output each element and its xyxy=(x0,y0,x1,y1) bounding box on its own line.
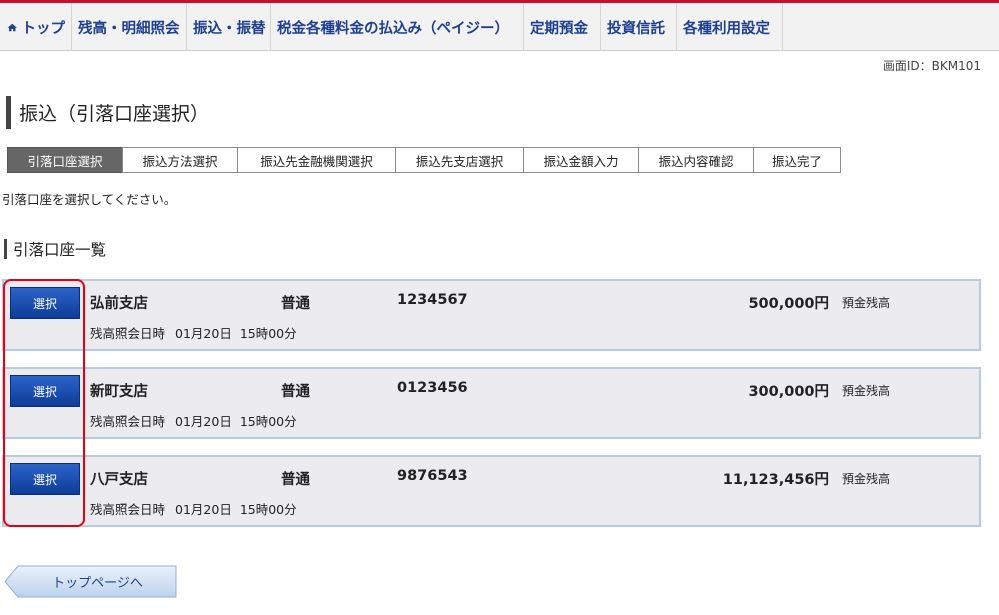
page-title: 振込（引落口座選択） xyxy=(6,96,209,129)
account-row: 選択 八戸支店 普通 9876543 11,123,456円 預金残高 残高照会… xyxy=(2,455,981,527)
top-page-button-label: トップページへ xyxy=(52,576,143,591)
branch-name: 弘前支店 xyxy=(90,296,148,312)
section-title: 引落口座一覧 xyxy=(4,239,106,259)
nav-item-label: 各種利用設定 xyxy=(683,20,770,37)
account-row: 選択 弘前支店 普通 1234567 500,000円 預金残高 残高照会日時 0… xyxy=(2,279,981,351)
page-title-text: 振込（引落口座選択） xyxy=(19,103,210,125)
account-type: 普通 xyxy=(281,296,310,312)
nav-item-investment-trust[interactable]: 投資信託 xyxy=(601,3,677,51)
nav-item-label: トップ xyxy=(21,20,66,37)
home-icon xyxy=(7,23,17,31)
balance-inquiry-time: 残高照会日時 01月20日 15時00分 xyxy=(90,411,297,430)
balance-date: 01月20日 xyxy=(175,502,232,517)
step-amount-input: 振込金額入力 xyxy=(523,147,639,173)
nav-item-label: 定期預金 xyxy=(530,20,588,37)
balance-amount: 11,123,456円 xyxy=(722,472,829,488)
account-row: 選択 新町支店 普通 0123456 300,000円 預金残高 残高照会日時 0… xyxy=(2,367,981,439)
nav-item-transfer[interactable]: 振込・振替 xyxy=(187,3,271,51)
account-number: 0123456 xyxy=(397,380,468,396)
account-number: 1234567 xyxy=(397,292,468,308)
balance-time-label: 残高照会日時 xyxy=(90,414,166,429)
balance-inquiry-time: 残高照会日時 01月20日 15時00分 xyxy=(90,499,297,518)
nav-item-time-deposit[interactable]: 定期預金 xyxy=(524,3,601,51)
balance-date: 01月20日 xyxy=(175,414,232,429)
balance-inquiry-time: 残高照会日時 01月20日 15時00分 xyxy=(90,323,297,342)
global-nav: トップ 残高・明細照会 振込・振替 税金各種料金の払込み（ペイジー） 定期預金 … xyxy=(0,3,999,51)
step-payee-branch: 振込先支店選択 xyxy=(395,147,524,173)
branch-name: 新町支店 xyxy=(90,384,148,400)
step-payee-bank: 振込先金融機関選択 xyxy=(237,147,396,173)
balance-label: 預金残高 xyxy=(842,472,891,486)
balance-amount: 300,000円 xyxy=(748,384,829,400)
select-account-button[interactable]: 選択 xyxy=(10,287,80,319)
balance-time: 15時00分 xyxy=(239,502,297,517)
balance-time: 15時00分 xyxy=(239,326,297,341)
account-number: 9876543 xyxy=(397,468,468,484)
select-account-button[interactable]: 選択 xyxy=(10,463,80,495)
step-transfer-method: 振込方法選択 xyxy=(122,147,238,173)
nav-item-settings[interactable]: 各種利用設定 xyxy=(677,3,783,51)
select-account-button[interactable]: 選択 xyxy=(10,375,80,407)
balance-time-label: 残高照会日時 xyxy=(90,326,166,341)
balance-time: 15時00分 xyxy=(239,414,297,429)
nav-item-label: 投資信託 xyxy=(607,20,665,37)
nav-item-label: 残高・明細照会 xyxy=(78,20,180,37)
account-type: 普通 xyxy=(281,384,310,400)
step-confirm: 振込内容確認 xyxy=(638,147,754,173)
step-withdrawal-account: 引落口座選択 xyxy=(7,147,123,173)
balance-time-label: 残高照会日時 xyxy=(90,502,166,517)
progress-steps: 引落口座選択 振込方法選択 振込先金融機関選択 振込先支店選択 振込金額入力 振… xyxy=(7,147,841,173)
nav-item-balance[interactable]: 残高・明細照会 xyxy=(72,3,187,51)
instruction-text: 引落口座を選択してください。 xyxy=(2,192,177,207)
balance-amount: 500,000円 xyxy=(748,296,829,312)
nav-item-label: 税金各種料金の払込み（ペイジー） xyxy=(277,20,509,37)
branch-name: 八戸支店 xyxy=(90,472,148,488)
balance-label: 預金残高 xyxy=(842,384,891,398)
balance-label: 預金残高 xyxy=(842,296,891,310)
top-page-button[interactable]: トップページへ xyxy=(4,565,177,598)
nav-item-payeasy[interactable]: 税金各種料金の払込み（ペイジー） xyxy=(271,3,524,51)
section-title-text: 引落口座一覧 xyxy=(13,241,107,259)
account-type: 普通 xyxy=(281,472,310,488)
screen-id: 画面ID：BKM101 xyxy=(882,59,981,73)
nav-item-label: 振込・振替 xyxy=(193,20,266,37)
nav-item-top[interactable]: トップ xyxy=(0,3,72,51)
step-complete: 振込完了 xyxy=(753,147,841,173)
balance-date: 01月20日 xyxy=(175,326,232,341)
